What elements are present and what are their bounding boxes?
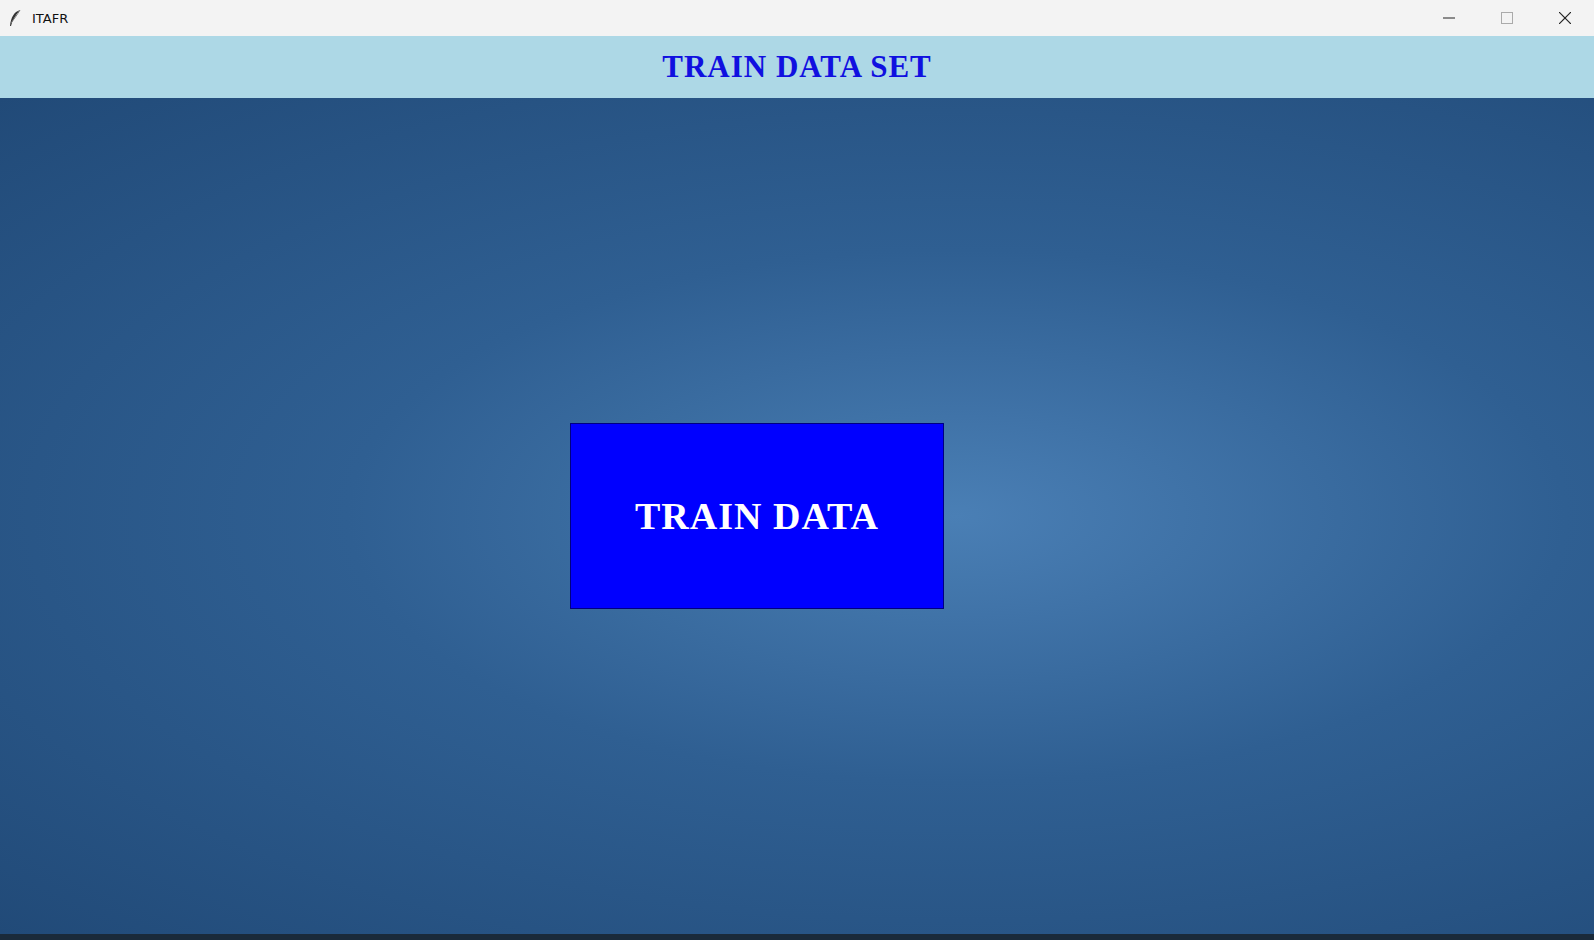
title-bar: ITAFR	[0, 0, 1594, 36]
close-button[interactable]	[1536, 0, 1594, 36]
background-image: TRAIN DATA	[0, 98, 1594, 934]
minimize-button[interactable]	[1420, 0, 1478, 36]
feather-icon	[8, 9, 22, 27]
window-bottom-edge	[0, 934, 1594, 940]
window-title: ITAFR	[32, 11, 68, 26]
maximize-button[interactable]	[1478, 0, 1536, 36]
minimize-icon	[1443, 12, 1455, 24]
maximize-icon	[1501, 12, 1513, 24]
header-band: TRAIN DATA SET	[0, 36, 1594, 98]
close-icon	[1559, 12, 1571, 24]
app-window: ITAFR TRAIN DATA SET TRAIN DATA	[0, 0, 1594, 940]
page-title: TRAIN DATA SET	[662, 49, 932, 85]
train-data-button[interactable]: TRAIN DATA	[570, 423, 944, 609]
